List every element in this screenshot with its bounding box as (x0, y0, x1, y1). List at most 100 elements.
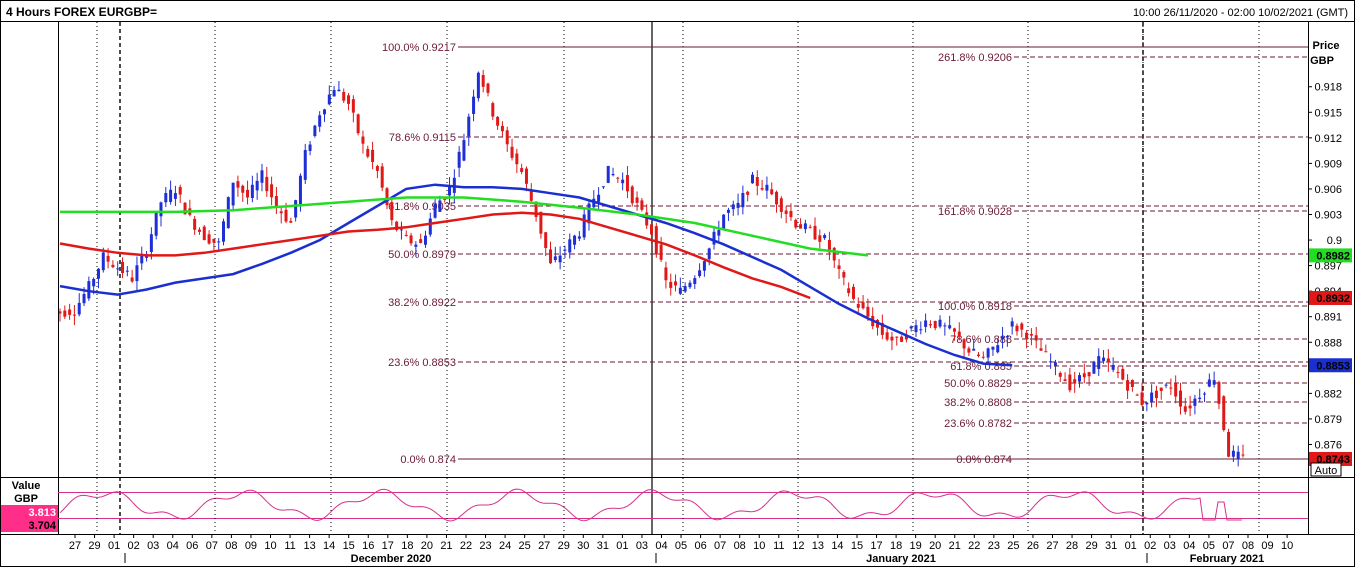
candle-down (952, 328, 956, 332)
candle-up (597, 194, 601, 202)
price-tick-label: 0.915 (1314, 107, 1342, 119)
candle-up (1053, 362, 1057, 366)
oscillator-value-top: 3.813 (28, 507, 56, 519)
candle-down (236, 181, 240, 188)
candle-down (630, 186, 634, 204)
x-tick-label: 18 (890, 540, 902, 552)
price-tick-label: 0.912 (1314, 133, 1342, 145)
candle-down (375, 166, 379, 171)
candle-up (433, 204, 437, 218)
x-tick-label: 23 (479, 540, 491, 552)
x-tick-label: 22 (968, 540, 980, 552)
candle-down (640, 200, 644, 210)
candle-down (1058, 372, 1062, 377)
candle-down (847, 288, 851, 294)
candle-down (635, 197, 639, 203)
candle-down (1116, 372, 1120, 374)
x-tick-label: 17 (870, 540, 882, 552)
candle-down (1188, 405, 1192, 409)
candle-down (799, 224, 803, 229)
candle-down (486, 83, 490, 93)
candle-up (77, 302, 81, 315)
candle-down (371, 149, 375, 162)
candle-up (1097, 356, 1101, 369)
candle-up (914, 325, 918, 333)
x-tick-label: 23 (988, 540, 1000, 552)
candle-up (573, 235, 577, 245)
x-tick-label: 27 (538, 540, 550, 552)
candle-up (726, 209, 730, 213)
candle-up (337, 89, 341, 92)
price-tick-label: 0.906 (1314, 184, 1342, 196)
x-tick-label: 13 (303, 540, 315, 552)
candle-down (760, 188, 764, 190)
x-tick-label: 31 (1105, 540, 1117, 552)
x-tick-label: 24 (499, 540, 511, 552)
x-tick-label: 27 (1046, 540, 1058, 552)
candle-up (169, 189, 173, 202)
candle-up (611, 173, 615, 176)
x-tick-label: 08 (1242, 540, 1254, 552)
fib1-label: 78.6% 0.9115 (389, 132, 456, 144)
candle-down (1068, 374, 1072, 391)
candle-up (82, 293, 86, 304)
x-tick-label: 02 (128, 540, 140, 552)
x-tick-label: 21 (440, 540, 452, 552)
price-axis-unit: GBP (1310, 55, 1334, 67)
candle-up (428, 218, 432, 235)
candle-down (361, 136, 365, 144)
x-tick-label: 31 (597, 540, 609, 552)
fib1-label: 38.2% 0.8922 (388, 297, 456, 309)
candle-down (789, 211, 793, 218)
price-tick-label: 0.876 (1314, 439, 1342, 451)
chart-title: 4 Hours FOREX EURGBP= (6, 5, 157, 19)
candle-up (327, 94, 331, 105)
x-tick-label: 17 (382, 540, 394, 552)
candle-up (1092, 361, 1096, 374)
candle-down (856, 303, 860, 308)
x-tick-label: 29 (88, 540, 100, 552)
fib1-label: 61.8% 0.9035 (388, 201, 456, 213)
price-badge-label: 0.8932 (1316, 293, 1350, 305)
candle-up (1005, 336, 1009, 338)
candle-down (1082, 373, 1086, 378)
candle-down (1106, 358, 1110, 363)
x-tick-label: 13 (812, 540, 824, 552)
candle-up (467, 116, 471, 137)
x-tick-label: 29 (558, 540, 570, 552)
candle-up (683, 286, 687, 292)
x-tick-label: 04 (655, 540, 667, 552)
candle-up (707, 248, 711, 260)
candle-down (895, 336, 899, 338)
candle-up (125, 270, 129, 272)
candle-up (1111, 364, 1115, 370)
fib1-label: 100.0% 0.9217 (382, 42, 456, 54)
month-label: January 2021 (866, 553, 936, 565)
price-tick-label: 0.9 (1327, 235, 1342, 247)
candle-down (106, 255, 110, 262)
candle-up (558, 255, 562, 263)
candle-up (986, 348, 990, 358)
candle-down (1135, 394, 1139, 396)
candle-up (298, 175, 302, 205)
candle-up (731, 204, 735, 210)
candle-down (197, 229, 201, 232)
candle-up (991, 346, 995, 350)
date-range: 10:00 26/11/2020 - 02:00 10/02/2021 (GMT… (1133, 7, 1348, 19)
candle-up (601, 186, 605, 188)
candle-down (650, 224, 653, 235)
candle-up (1001, 336, 1005, 340)
candle-down (1034, 335, 1038, 341)
candle-down (443, 198, 447, 200)
candle-down (72, 314, 76, 316)
price-plot[interactable]: 100.0% 0.9217 78.6% 0.9115 61.8% 0.9035 50.… (58, 22, 1308, 534)
candle-down (933, 320, 937, 329)
candle-up (414, 244, 418, 247)
candle-down (1217, 382, 1221, 404)
candle-up (741, 193, 745, 208)
oscillator-title: Value (12, 480, 41, 492)
candle-up (313, 125, 317, 136)
candle-down (1183, 406, 1187, 412)
candle-down (1020, 323, 1024, 330)
candle-down (755, 177, 759, 186)
